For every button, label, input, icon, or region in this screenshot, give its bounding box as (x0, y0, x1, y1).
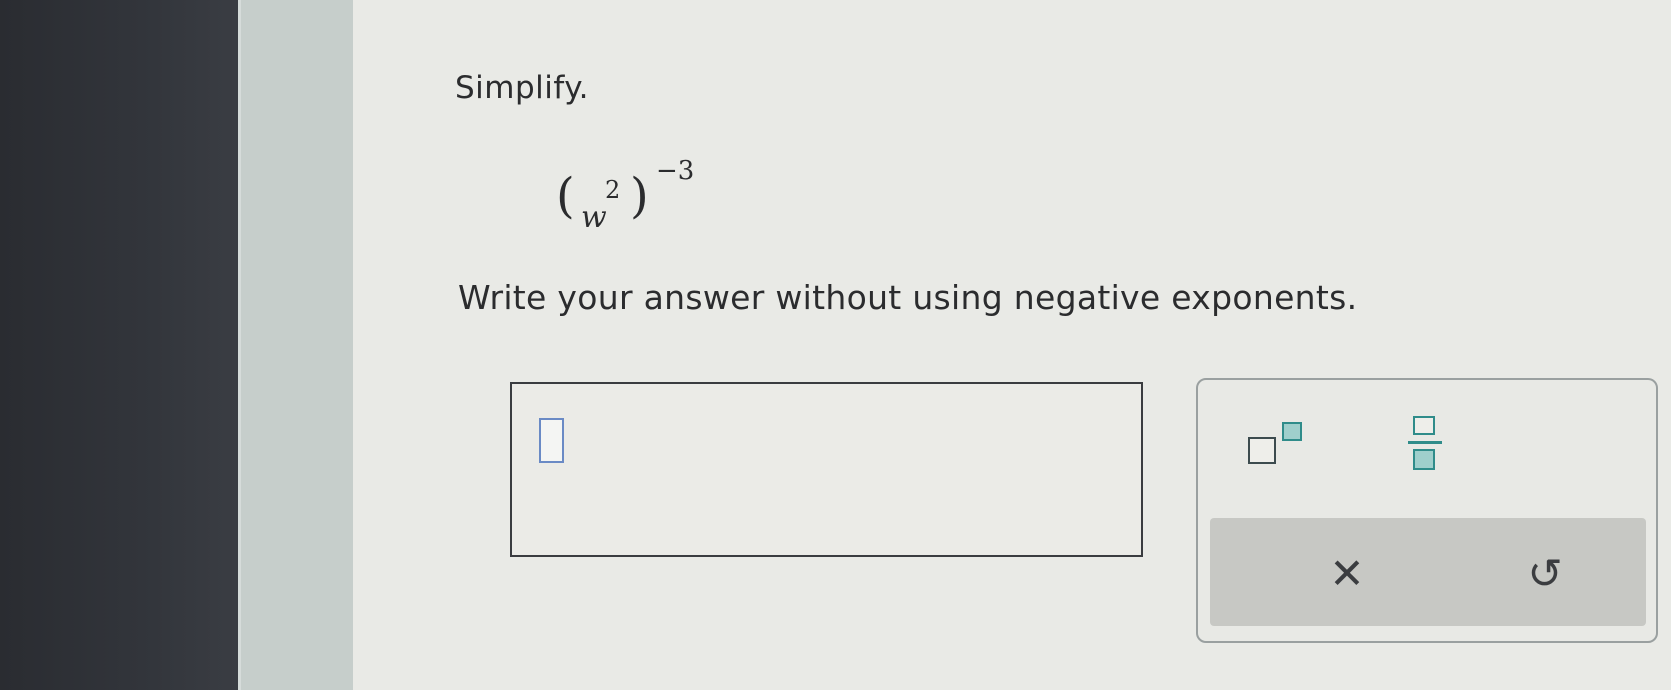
math-toolbar: ✕ ↺ (1196, 378, 1658, 643)
close-paren: ) (630, 168, 649, 224)
exponent-superscript-box (1282, 422, 1302, 441)
answer-input[interactable] (510, 382, 1143, 557)
expression-base: w (581, 200, 607, 235)
outer-exponent: −3 (656, 156, 695, 186)
fraction-template-icon[interactable] (1408, 416, 1442, 478)
clear-icon[interactable]: ✕ (1312, 538, 1382, 608)
exponent-base-box (1248, 437, 1276, 464)
undo-icon[interactable]: ↺ (1510, 538, 1580, 608)
open-paren: ( (556, 168, 575, 224)
left-sidebar-strip (238, 0, 356, 690)
inner-exponent: 2 (605, 176, 621, 204)
answer-placeholder-slot[interactable] (539, 418, 564, 463)
question-prompt: Simplify. (455, 70, 590, 106)
screen-bezel (0, 0, 238, 690)
fraction-bar (1408, 441, 1442, 444)
exponent-template-icon[interactable] (1248, 420, 1306, 470)
action-bar: ✕ ↺ (1210, 518, 1646, 626)
answer-instruction: Write your answer without using negative… (458, 278, 1358, 317)
fraction-numerator-box (1413, 416, 1435, 435)
fraction-denominator-box (1413, 449, 1435, 470)
